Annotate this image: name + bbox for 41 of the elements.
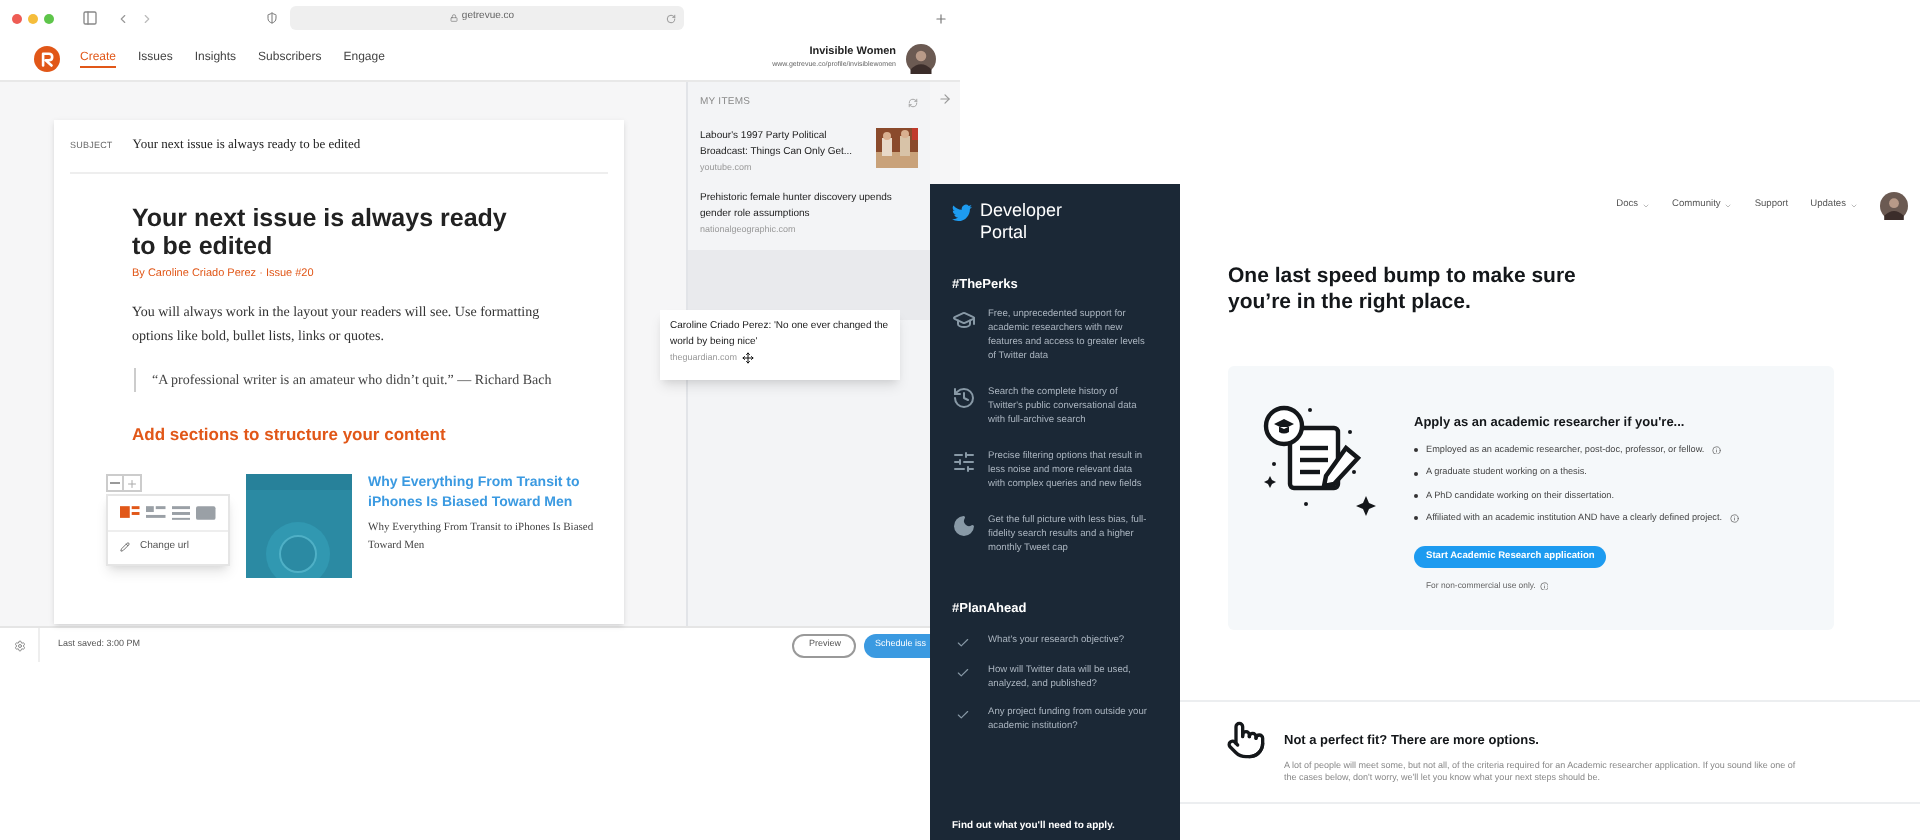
close-icon[interactable] <box>12 13 22 23</box>
issue-title: Your next issue is always ready to be edited <box>132 204 509 260</box>
settings-icon[interactable] <box>13 639 25 651</box>
check-icon <box>956 707 970 721</box>
info-icon[interactable] <box>1539 581 1549 591</box>
moon-icon <box>952 513 976 538</box>
check-icon <box>956 635 970 649</box>
tap-icon <box>1226 718 1266 762</box>
info-icon[interactable] <box>1730 514 1740 524</box>
page-heading: One last speed bump to make sure you’re in the right place. <box>1228 264 1578 316</box>
layout-icon[interactable] <box>171 504 191 522</box>
section-heading: Add sections to structure your content <box>132 422 448 448</box>
back-icon[interactable] <box>116 11 130 25</box>
sidebar-icon[interactable] <box>82 10 98 26</box>
layout-icon[interactable] <box>196 504 216 522</box>
document-drawing <box>1262 404 1378 520</box>
layout-icon[interactable] <box>145 504 165 522</box>
check-icon <box>956 665 970 679</box>
sliders-icon <box>952 449 976 474</box>
refresh-icon[interactable] <box>908 98 918 108</box>
maximize-icon[interactable] <box>44 13 54 23</box>
pencil-icon <box>120 542 130 553</box>
lock-icon <box>449 14 458 22</box>
graduation-cap-icon <box>952 307 976 332</box>
logo-icon[interactable] <box>34 45 60 71</box>
avatar[interactable] <box>1880 192 1908 220</box>
new-tab-icon[interactable] <box>934 11 948 25</box>
minimize-icon[interactable] <box>28 13 38 23</box>
layout-icon[interactable] <box>120 504 140 522</box>
history-icon <box>952 385 976 410</box>
info-icon[interactable] <box>1712 445 1722 455</box>
brand-title[interactable]: Developer Portal <box>980 200 1100 244</box>
bird-icon <box>952 204 972 222</box>
move-cursor-icon <box>741 351 754 363</box>
arrow-right-icon[interactable] <box>938 92 952 106</box>
avatar[interactable] <box>906 43 936 73</box>
shield-icon[interactable] <box>266 12 278 24</box>
collapse-icon[interactable] <box>106 474 124 492</box>
forward-icon[interactable] <box>140 11 154 25</box>
reload-icon[interactable] <box>666 13 676 23</box>
add-icon[interactable] <box>124 474 142 492</box>
